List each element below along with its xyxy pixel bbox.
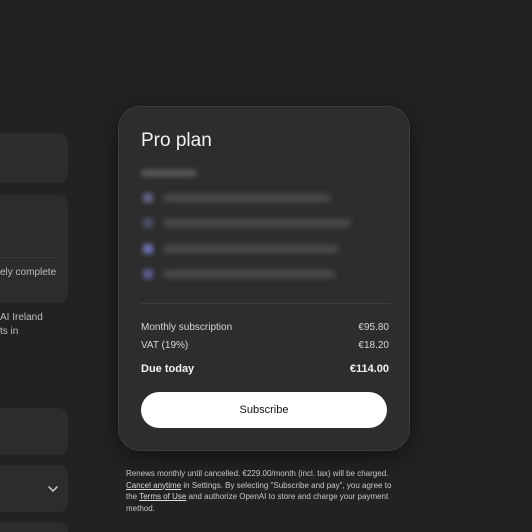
left-card[interactable] <box>0 195 68 303</box>
vat-value: €18.20 <box>358 340 389 351</box>
vat-label: VAT (19%) <box>141 340 189 351</box>
feature-icon <box>143 218 153 228</box>
checkout-screen: ely complete AI Ireland ts in Pro plan M… <box>0 0 532 532</box>
cancel-anytime-link[interactable]: Cancel anytime <box>126 481 181 490</box>
subscribe-button[interactable]: Subscribe <box>141 392 387 428</box>
feature-item <box>141 267 391 281</box>
left-card[interactable] <box>0 408 68 455</box>
due-today-value: €114.00 <box>349 363 389 375</box>
feature-item <box>141 242 391 256</box>
left-text: ts in <box>0 326 19 337</box>
monthly-subscription-label: Monthly subscription <box>141 322 233 333</box>
chevron-down-icon[interactable] <box>46 482 60 496</box>
left-text: ely complete <box>0 267 57 278</box>
due-today-row: Due today €114.00 <box>141 363 389 375</box>
monthly-subscription-value: €95.80 <box>358 322 389 333</box>
divider <box>0 257 58 258</box>
blurred-features <box>141 165 391 285</box>
divider <box>141 303 391 304</box>
pro-plan-modal: Pro plan Monthly subscription €95.80 VAT… <box>118 106 410 451</box>
vat-row: VAT (19%) €18.20 <box>141 340 389 351</box>
feature-item <box>141 216 391 230</box>
features-heading-blurred <box>141 169 197 177</box>
left-card[interactable] <box>0 522 68 532</box>
terms-of-use-link[interactable]: Terms of Use <box>139 492 186 501</box>
due-today-label: Due today <box>141 363 195 375</box>
feature-icon <box>143 269 153 279</box>
monthly-subscription-row: Monthly subscription €95.80 <box>141 322 389 333</box>
feature-icon <box>143 193 153 203</box>
left-card[interactable] <box>0 133 68 183</box>
feature-item <box>141 191 391 205</box>
plan-title: Pro plan <box>141 130 212 151</box>
feature-icon <box>143 244 153 254</box>
legal-text: Renews monthly until cancelled. €229.00/… <box>126 469 389 478</box>
legal-notice: Renews monthly until cancelled. €229.00/… <box>126 468 401 514</box>
left-text: AI Ireland <box>0 312 43 323</box>
